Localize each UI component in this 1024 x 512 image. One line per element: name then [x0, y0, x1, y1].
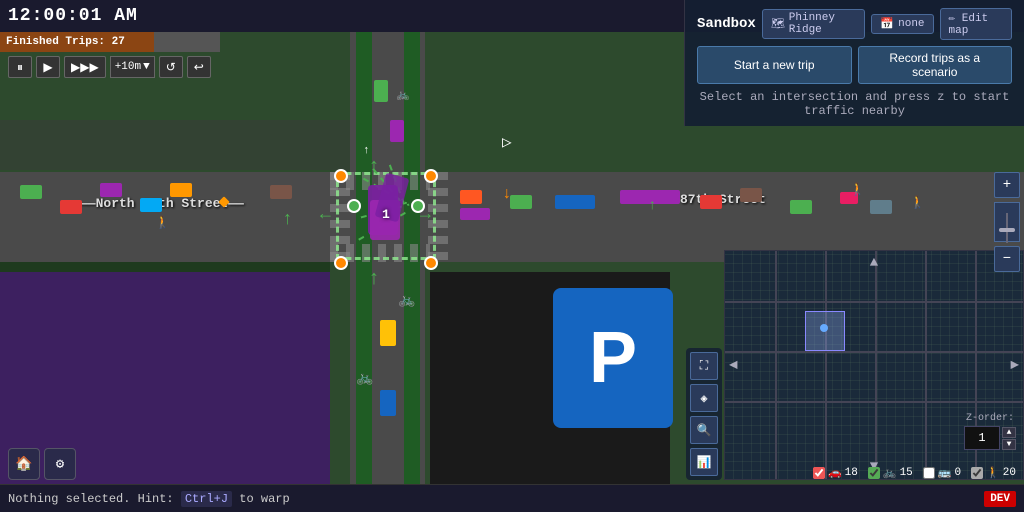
legend-buses-check[interactable] — [923, 467, 935, 479]
hint-key-label: Ctrl+J — [181, 491, 232, 507]
chart-button[interactable]: 📊 — [690, 448, 718, 476]
z-order-label: Z-order: — [966, 413, 1014, 424]
legend-buses[interactable]: 🚌 0 — [923, 466, 961, 480]
clock: 12:00:01 AM — [8, 6, 138, 26]
zoom-drag[interactable] — [994, 202, 1020, 242]
speed-arrow: ▼ — [143, 61, 150, 73]
legend-bikes-check[interactable] — [868, 467, 880, 479]
bus-icon: 🚌 — [938, 466, 952, 480]
bikes-count: 15 — [900, 467, 913, 479]
finished-trips-label: Finished Trips: 27 — [6, 36, 125, 48]
legend: 🚗 18 🚲 15 🚌 0 🚶 20 — [813, 466, 1016, 480]
action-buttons: Start a new trip Record trips as a scena… — [697, 46, 1012, 84]
legend-pedestrians[interactable]: 🚶 20 — [971, 466, 1016, 480]
play-button[interactable]: ▶ — [36, 56, 60, 78]
new-trip-button[interactable]: Start a new trip — [697, 46, 852, 84]
record-scenario-button[interactable]: Record trips as a scenario — [858, 46, 1013, 84]
pedestrians-count: 20 — [1003, 467, 1016, 479]
calendar-icon: 📅 — [880, 17, 894, 31]
sandbox-title: Sandbox — [697, 16, 756, 32]
undo-button[interactable]: ↩ — [187, 56, 211, 78]
legend-cars[interactable]: 🚗 18 — [813, 466, 858, 480]
speed-selector[interactable]: +10m ▼ — [110, 56, 155, 78]
scenario-tag[interactable]: 📅 none — [871, 14, 933, 34]
zoom-in-button[interactable]: + — [994, 172, 1020, 198]
location-name: Phinney Ridge — [789, 12, 857, 36]
legend-pedestrians-check[interactable] — [971, 467, 983, 479]
layers-button[interactable]: ◈ — [690, 384, 718, 412]
hint-text: Select an intersection and press z to st… — [697, 90, 1012, 118]
map-left-controls: ⛶ ◈ 🔍 📊 — [686, 348, 722, 480]
cars-count: 18 — [845, 467, 858, 479]
status-nothing: Nothing selected. — [8, 492, 130, 506]
bottom-left-icons: 🏠 ⚙ — [8, 448, 76, 480]
fullscreen-button[interactable]: ⛶ — [690, 352, 718, 380]
fast-forward-button[interactable]: ▶▶▶ — [64, 56, 106, 78]
legend-bikes[interactable]: 🚲 15 — [868, 466, 913, 480]
dev-badge: DEV — [984, 491, 1016, 507]
status-area: Nothing selected. Hint: Ctrl+J to warp — [8, 492, 984, 506]
z-order-down[interactable]: ▼ — [1002, 439, 1016, 450]
home-button[interactable]: 🏠 — [8, 448, 40, 480]
minimap-nav-right[interactable]: ▶ — [1011, 357, 1019, 374]
buses-count: 0 — [954, 467, 961, 479]
sandbox-row: Sandbox 🗺 Phinney Ridge 📅 none ✏ Edit ma… — [697, 8, 1012, 40]
speed-value: +10m — [115, 61, 141, 73]
edit-map-button[interactable]: ✏ Edit map — [940, 8, 1012, 40]
bike-icon: 🚲 — [883, 466, 897, 480]
legend-cars-check[interactable] — [813, 467, 825, 479]
right-panel: Sandbox 🗺 Phinney Ridge 📅 none ✏ Edit ma… — [684, 0, 1024, 126]
map-icon: 🗺 — [771, 17, 785, 31]
z-order-up[interactable]: ▲ — [1002, 427, 1016, 438]
scenario-name: none — [898, 18, 924, 30]
pause-button[interactable]: ⏸ — [8, 56, 32, 78]
zoom-out-button[interactable]: − — [994, 246, 1020, 272]
parking-sign: P — [553, 288, 673, 428]
z-order-panel: Z-order: 1 ▲ ▼ — [964, 413, 1016, 450]
z-order-value[interactable]: 1 — [964, 426, 1000, 450]
location-tag[interactable]: 🗺 Phinney Ridge — [762, 9, 866, 39]
status-hint-prefix: Hint: — [138, 492, 181, 506]
search-map-button[interactable]: 🔍 — [690, 416, 718, 444]
minimap-nav-up[interactable]: ▲ — [870, 255, 878, 271]
finished-trips-bar: Finished Trips: 27 — [0, 32, 220, 52]
status-warp: to warp — [239, 492, 289, 506]
car-icon: 🚗 — [828, 466, 842, 480]
settings-button[interactable]: ⚙ — [44, 448, 76, 480]
bottom-bar: Nothing selected. Hint: Ctrl+J to warp D… — [0, 484, 1024, 512]
reset-button[interactable]: ↺ — [159, 56, 183, 78]
minimap-nav-left[interactable]: ◀ — [729, 357, 737, 374]
controls-bar: ⏸ ▶ ▶▶▶ +10m ▼ ↺ ↩ — [0, 52, 219, 82]
walk-icon: 🚶 — [986, 466, 1000, 480]
